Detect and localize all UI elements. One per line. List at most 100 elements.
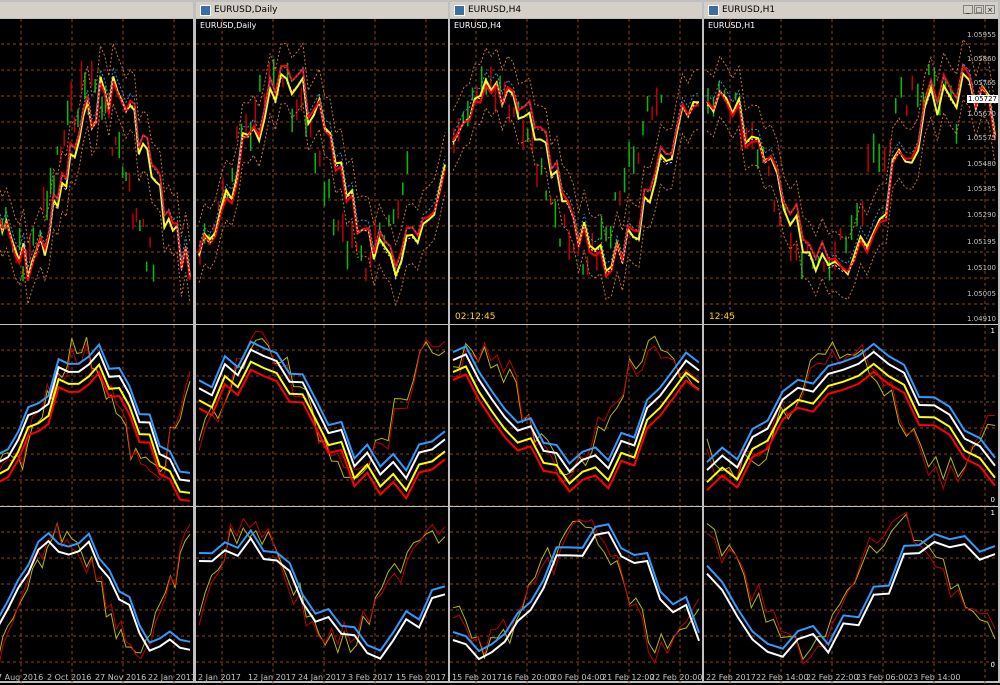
chart-window-icon <box>200 4 211 16</box>
time-label: 12 Jan 2017 <box>248 673 296 682</box>
smoothed-white-line <box>0 350 191 482</box>
chart-window-eurusd-h1[interactable]: EURUSD,H1 _ □ × EURUSD,H1 12:45 1.05955 … <box>702 0 1000 685</box>
minimize-icon[interactable]: _ <box>963 5 973 14</box>
window-titlebar[interactable]: EURUSD,Daily <box>196 2 448 18</box>
smoothed-yellow-line <box>0 362 191 494</box>
price-label: 1.05480 <box>967 160 996 168</box>
oscillator-chart-2 <box>0 507 193 685</box>
price-scale[interactable]: 1.05955 1.05860 1.05765 1.05670 1.05575 … <box>958 19 998 324</box>
price-label: 1.05195 <box>967 238 996 246</box>
time-label: 2 Jan 2017 <box>198 673 241 682</box>
oscillator-chart-2 <box>196 507 448 685</box>
smoothed-blue-line <box>0 531 191 644</box>
window-titlebar[interactable] <box>0 2 193 18</box>
price-pane[interactable]: EURUSD,H1 12:45 1.05955 1.05860 1.05765 … <box>704 18 998 324</box>
price-chart <box>0 19 193 324</box>
maximize-icon[interactable]: □ <box>974 5 984 14</box>
lower-band-line <box>706 98 996 301</box>
current-price-label: 1.05727 <box>967 95 998 103</box>
time-label: 23 Feb 06:00 <box>856 673 909 682</box>
time-label: 15 Feb 2017 <box>396 673 446 682</box>
time-label: 22 Feb 14:00 <box>756 673 809 682</box>
oscillator-chart-1 <box>196 325 448 506</box>
signal-line <box>0 343 191 481</box>
time-label: 24 Jan 2017 <box>298 673 346 682</box>
oscillator-chart-2 <box>704 507 998 685</box>
time-label: 16 Feb 20:00 <box>502 673 555 682</box>
upper-band-line <box>452 46 700 241</box>
price-pane[interactable] <box>0 18 193 324</box>
time-label: 22 Feb 20:00 <box>650 673 702 682</box>
oscillator-pane-1[interactable] <box>196 324 448 506</box>
chart-window-1[interactable]: 7 Aug 2016 2 Oct 2016 27 Nov 2016 22 Jan… <box>0 0 195 685</box>
chart-window-icon <box>708 4 719 16</box>
oscillator-pane-2[interactable]: 15 Feb 2017 16 Feb 20:00 20 Feb 04:00 21… <box>450 506 702 685</box>
price-chart <box>196 19 448 324</box>
window-titlebar[interactable]: EURUSD,H4 <box>450 2 702 18</box>
price-label: 1.05290 <box>967 211 996 219</box>
smoothed-yellow-line <box>706 362 996 483</box>
signal-line <box>198 517 446 647</box>
price-label: 1.05575 <box>967 134 996 142</box>
price-label: 1.05955 <box>967 31 996 39</box>
time-label: 22 Jan 2017 <box>148 673 193 682</box>
oscillator-chart-1 <box>704 325 998 506</box>
fast-moving-average-line <box>198 72 446 279</box>
smoothed-blue-line <box>706 532 996 650</box>
smoothed-blue-line <box>706 342 996 463</box>
stochastic-line <box>452 520 700 660</box>
time-label: 22 Feb 22:00 <box>806 673 859 682</box>
oscillator-pane-1[interactable] <box>0 324 193 506</box>
oscillator-pane-2[interactable]: 7 Aug 2016 2 Oct 2016 27 Nov 2016 22 Jan… <box>0 506 193 685</box>
oscillator-scale-bottom: 0 <box>990 661 995 669</box>
signal-line <box>198 330 446 471</box>
oscillator-pane-1[interactable]: 1 0 <box>704 324 998 506</box>
lower-band-line <box>198 102 446 307</box>
price-label: 1.05860 <box>967 55 996 63</box>
oscillator-chart-2 <box>450 507 702 685</box>
oscillator-pane-2[interactable]: 2 Jan 2017 12 Jan 2017 24 Jan 2017 3 Feb… <box>196 506 448 685</box>
symbol-label: EURUSD,H1 <box>708 21 756 30</box>
oscillator-scale-bottom: 0 <box>990 496 995 504</box>
price-chart <box>450 19 702 324</box>
time-label: 22 Feb 2017 <box>706 673 756 682</box>
chart-window-icon <box>454 4 465 16</box>
smoothed-blue-line <box>198 528 446 652</box>
chart-window-eurusd-daily[interactable]: EURUSD,Daily EURUSD,Daily 2 Jan 2017 12 … <box>194 0 450 685</box>
time-label: 2 Oct 2016 <box>47 673 92 682</box>
time-label: 23 Feb 14:00 <box>908 673 961 682</box>
oscillator-chart-1 <box>450 325 702 506</box>
close-icon[interactable]: × <box>985 5 995 14</box>
smoothed-white-line <box>706 540 996 658</box>
symbol-label: EURUSD,Daily <box>200 21 257 30</box>
bar-timer: 12:45 <box>709 312 735 322</box>
bar-timer: 02:12:45 <box>455 312 496 322</box>
price-pane[interactable]: EURUSD,H4 02:12:45 <box>450 18 702 324</box>
smoothed-yellow-line <box>198 360 446 493</box>
time-label: 15 Feb 2017 <box>452 673 502 682</box>
stochastic-line <box>0 521 191 654</box>
oscillator-pane-1[interactable] <box>450 324 702 506</box>
oscillator-scale-top: 1 <box>990 509 995 517</box>
fast-moving-average-line <box>0 76 191 278</box>
symbol-label: EURUSD,H4 <box>454 21 502 30</box>
price-pane[interactable]: EURUSD,Daily <box>196 18 448 324</box>
upper-band-line <box>198 42 446 247</box>
lower-band-line <box>452 106 700 301</box>
signal-dotted-line <box>0 77 191 278</box>
price-label: 1.05100 <box>967 264 996 272</box>
oscillator-scale-top: 1 <box>990 327 995 335</box>
slow-moving-average-line <box>0 80 191 281</box>
time-label: 7 Aug 2016 <box>0 673 44 682</box>
oscillator-chart-1 <box>0 325 193 506</box>
time-label: 21 Feb 12:00 <box>602 673 655 682</box>
oscillator-pane-2[interactable]: 1 0 22 Feb 2017 22 Feb 14:00 22 Feb 22:0… <box>704 506 998 685</box>
window-titlebar[interactable]: EURUSD,H1 _ □ × <box>704 2 998 18</box>
smoothed-blue-line <box>0 342 191 474</box>
fast-moving-average-line <box>452 77 700 273</box>
price-label: 1.05765 <box>967 79 996 87</box>
chart-window-eurusd-h4[interactable]: EURUSD,H4 EURUSD,H4 02:12:45 15 Feb 2017… <box>448 0 704 685</box>
stochastic-line <box>198 338 446 479</box>
smoothed-white-line <box>0 539 191 652</box>
price-label: 1.05670 <box>967 110 996 118</box>
